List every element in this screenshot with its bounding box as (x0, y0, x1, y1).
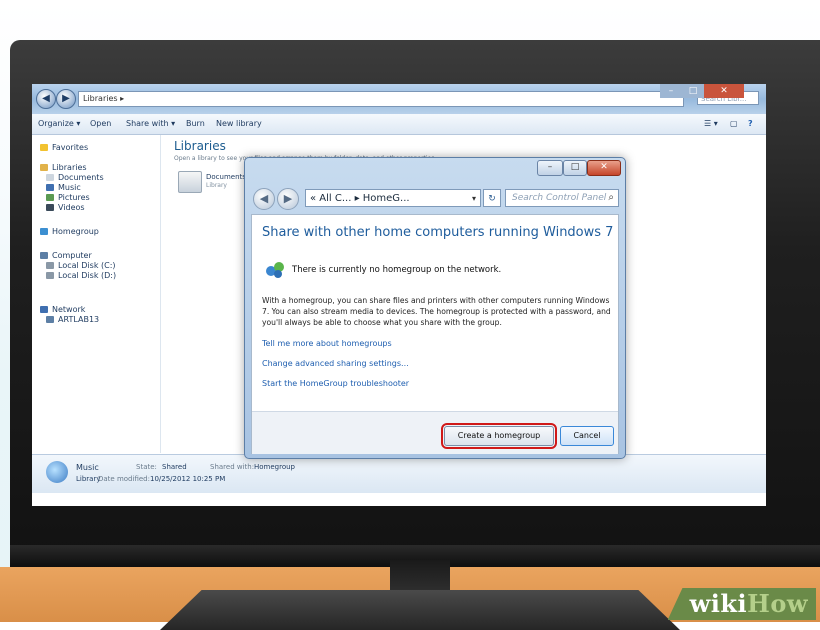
chevron-down-icon[interactable]: ▾ (472, 190, 476, 208)
drive-icon (46, 262, 54, 269)
close-icon[interactable]: ✕ (704, 84, 744, 98)
documents-library-type: Library (206, 182, 227, 189)
dialog-footer: Create a homegroup Cancel (252, 411, 618, 454)
explorer-titlebar: ◀ ▶ Libraries ▸ Search Libr... – □ ✕ (32, 84, 766, 114)
sidebar-item-documents[interactable]: Documents (46, 173, 104, 182)
computer-icon (40, 252, 48, 259)
network-icon (40, 306, 48, 313)
details-date-value: 10/25/2012 10:25 PM (150, 475, 226, 483)
refresh-icon[interactable]: ↻ (483, 189, 501, 207)
dialog-heading: Share with other home computers running … (262, 225, 614, 240)
details-state-label: State: (136, 463, 157, 471)
dialog-minimize-icon[interactable]: – (537, 160, 563, 176)
forward-icon[interactable]: ▶ (56, 89, 76, 109)
maximize-icon[interactable]: □ (682, 84, 704, 98)
back-icon[interactable]: ◀ (36, 89, 56, 109)
details-type: Library (76, 475, 101, 483)
sidebar-item-network[interactable]: Network (40, 305, 85, 314)
details-state-value: Shared (162, 463, 187, 471)
sidebar-item-local-disk-d[interactable]: Local Disk (D:) (46, 271, 116, 280)
homegroup-description: With a homegroup, you can share files an… (262, 296, 611, 327)
sidebar-item-network-pc[interactable]: ARTLAB13 (46, 315, 99, 324)
drive-icon (46, 272, 54, 279)
open-button[interactable]: Open (90, 119, 111, 128)
sidebar-item-videos[interactable]: Videos (46, 203, 85, 212)
homegroup-status: There is currently no homegroup on the n… (292, 265, 502, 275)
dialog-content: Share with other home computers running … (251, 214, 619, 454)
link-learn-homegroups[interactable]: Tell me more about homegroups (262, 339, 392, 348)
view-options-icon[interactable]: ☰ ▾ (704, 119, 718, 128)
explorer-toolbar: Organize ▾ Open Share with ▾ Burn New li… (32, 114, 766, 135)
pictures-icon (46, 194, 54, 201)
homegroup-icon (266, 262, 284, 278)
sidebar-item-pictures[interactable]: Pictures (46, 193, 90, 202)
link-troubleshooter[interactable]: Start the HomeGroup troubleshooter (262, 379, 409, 388)
documents-library-icon[interactable] (178, 171, 202, 193)
videos-icon (46, 204, 54, 211)
organize-button[interactable]: Organize ▾ (38, 119, 80, 128)
dialog-close-icon[interactable]: ✕ (587, 160, 621, 176)
music-icon (46, 184, 54, 191)
sidebar-item-local-disk-c[interactable]: Local Disk (C:) (46, 261, 116, 270)
cancel-button[interactable]: Cancel (560, 426, 614, 446)
minimize-icon[interactable]: – (660, 84, 682, 98)
navigation-pane: Favorites Libraries Documents Music Pict… (32, 135, 161, 453)
sidebar-item-computer[interactable]: Computer (40, 251, 92, 260)
sidebar-item-homegroup[interactable]: Homegroup (40, 227, 99, 236)
details-pane: Music Library State: Shared Date modifie… (32, 454, 766, 493)
computer-icon (46, 316, 54, 323)
burn-button[interactable]: Burn (186, 119, 205, 128)
dialog-forward-icon[interactable]: ▶ (277, 188, 299, 210)
star-icon (40, 144, 48, 151)
explorer-address-bar[interactable]: Libraries ▸ (78, 91, 684, 107)
dialog-back-icon[interactable]: ◀ (253, 188, 275, 210)
document-icon (46, 174, 54, 181)
details-shared-label: Shared with: (210, 463, 255, 471)
documents-library-label[interactable]: Documents (206, 173, 246, 181)
wikihow-logo: wikiHow (667, 588, 816, 620)
details-name: Music (76, 463, 99, 472)
search-icon[interactable]: ⌕ (608, 190, 614, 206)
dialog-address-bar[interactable]: « All C... ▸ HomeG... ▾ (305, 189, 481, 207)
details-shared-value: Homegroup (254, 463, 296, 471)
sidebar-item-libraries[interactable]: Libraries (40, 163, 87, 172)
dialog-maximize-icon[interactable]: □ (563, 160, 587, 176)
preview-pane-icon[interactable]: ▢ (730, 119, 738, 128)
library-icon (40, 164, 48, 171)
create-homegroup-button[interactable]: Create a homegroup (441, 423, 557, 449)
homegroup-icon (40, 228, 48, 235)
link-advanced-sharing[interactable]: Change advanced sharing settings... (262, 359, 409, 368)
dialog-search-input[interactable]: Search Control Panel ⌕ (505, 189, 619, 207)
dialog-address-text: « All C... ▸ HomeG... (310, 193, 410, 204)
help-icon[interactable]: ? (748, 119, 753, 128)
music-library-icon (46, 461, 68, 483)
new-library-button[interactable]: New library (216, 119, 262, 128)
sidebar-item-music[interactable]: Music (46, 183, 81, 192)
share-with-button[interactable]: Share with ▾ (126, 119, 175, 128)
details-date-label: Date modified: (98, 475, 150, 483)
monitor-stand-base (160, 590, 680, 630)
sidebar-item-favorites[interactable]: Favorites (40, 143, 88, 152)
homegroup-dialog: – □ ✕ ◀ ▶ « All C... ▸ HomeG... ▾ ↻ Sear… (244, 157, 626, 459)
page-title: Libraries (174, 139, 226, 153)
